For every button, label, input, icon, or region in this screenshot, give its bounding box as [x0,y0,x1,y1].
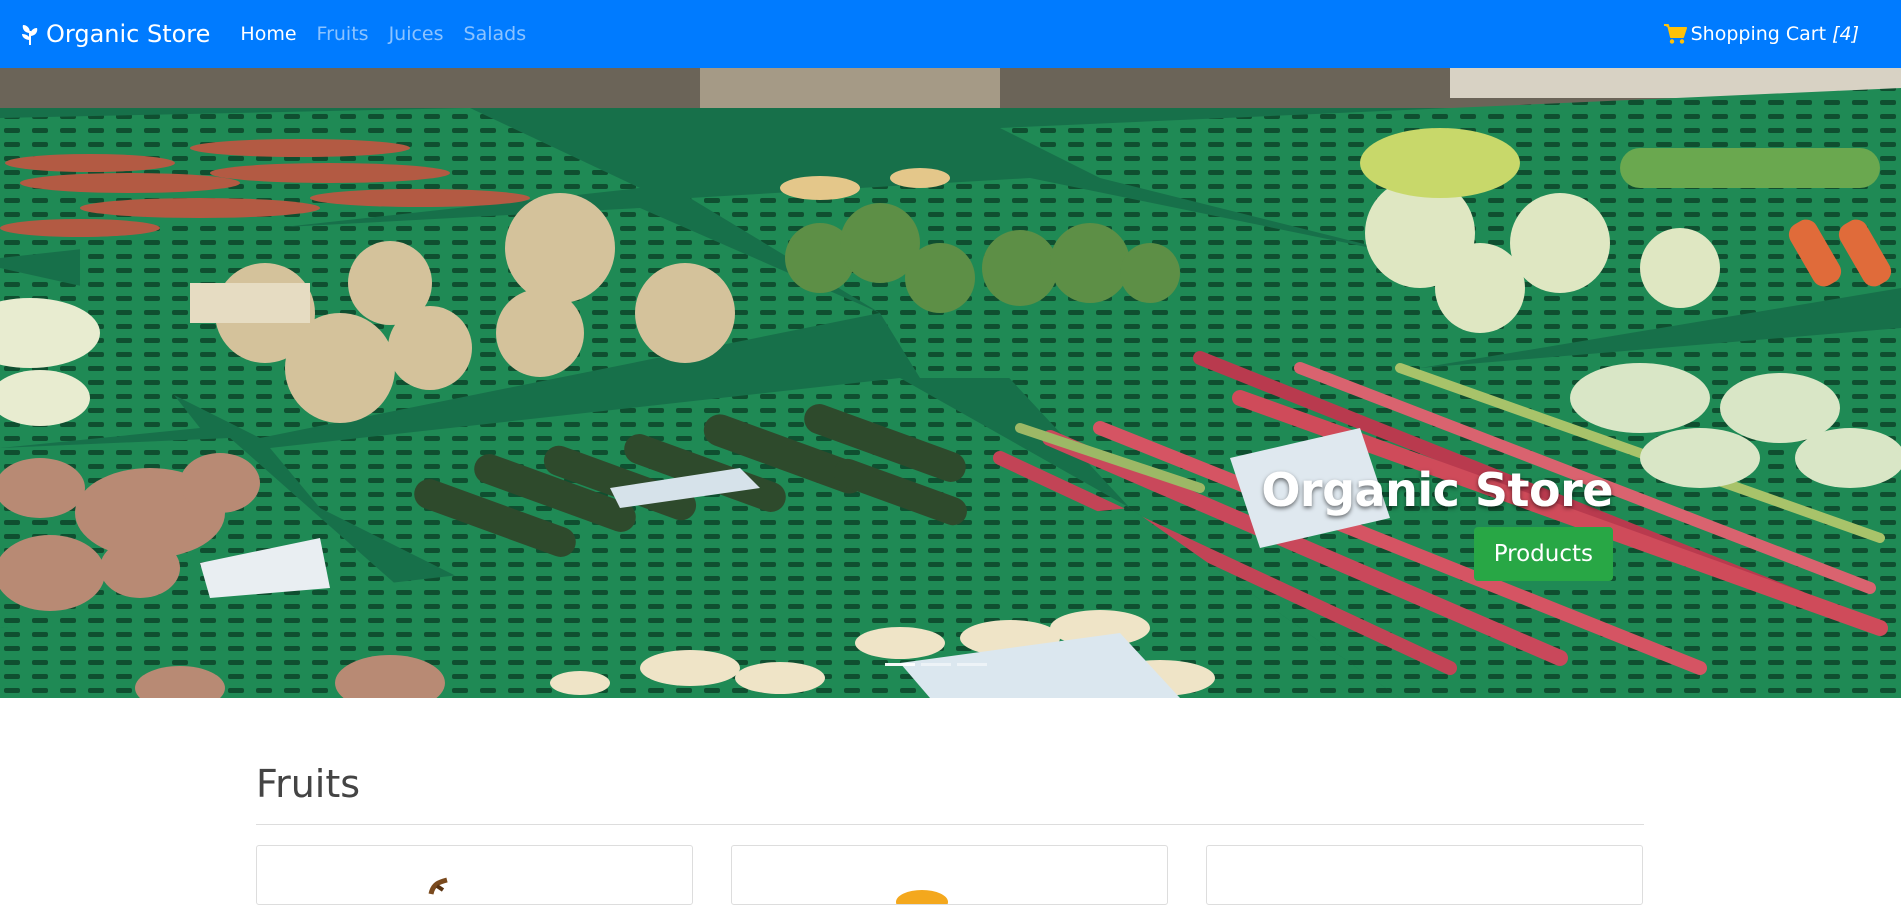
nav-home[interactable]: Home [240,23,296,45]
products-button[interactable]: Products [1473,527,1613,581]
section-divider [256,824,1644,825]
product-card[interactable] [731,845,1168,905]
product-image [428,877,448,895]
carousel-indicator-3[interactable] [957,663,987,666]
brand-name: Organic Store [46,20,211,48]
carousel-indicator-2[interactable] [921,663,951,666]
brand-link[interactable]: Organic Store [20,20,210,48]
carousel-indicator-1[interactable] [885,663,915,666]
nav-links: Home Fruits Juices Salads [240,23,526,45]
cart-icon [1663,24,1687,44]
nav-fruits[interactable]: Fruits [317,23,369,45]
shopping-cart-link[interactable]: Shopping Cart [4] [1663,0,1859,68]
section-title: Fruits [256,762,361,806]
hero-carousel: Organic Store Products [0,68,1901,698]
product-image [896,890,948,904]
nav-juices[interactable]: Juices [389,23,444,45]
carousel-indicators [885,663,987,666]
navbar: Organic Store Home Fruits Juices Salads … [0,0,1901,68]
product-card[interactable] [256,845,693,905]
product-cards [256,845,1644,905]
vegetable-market-image [0,68,1901,698]
nav-salads[interactable]: Salads [464,23,527,45]
hero-caption: Organic Store Products [1261,463,1613,581]
cart-label: Shopping Cart [1690,23,1827,45]
cart-count: [4] [1832,23,1859,45]
product-card[interactable] [1206,845,1643,905]
hero-title: Organic Store [1261,463,1613,517]
leaf-icon [22,25,38,45]
fruits-section: Fruits [256,762,1644,905]
